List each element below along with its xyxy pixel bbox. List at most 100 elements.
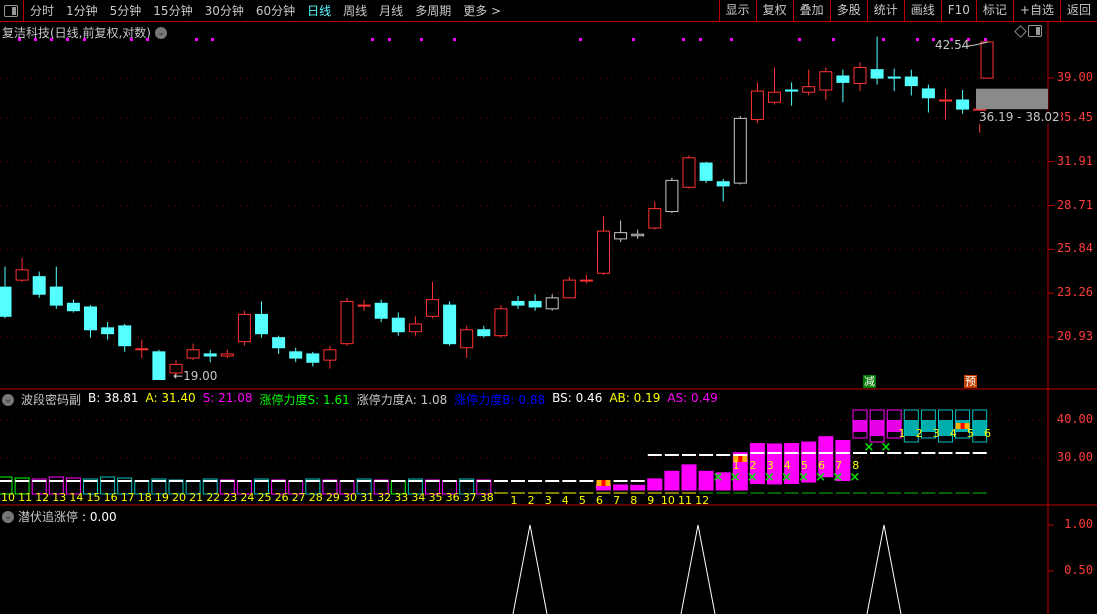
candle-body (152, 351, 166, 381)
signal-spike (680, 524, 716, 614)
panel-toggle-icon[interactable] (1028, 25, 1042, 37)
candle-body (15, 269, 29, 281)
x-mark: × (764, 470, 775, 485)
candle-body (477, 329, 491, 337)
count-label: 21 (189, 491, 203, 504)
candle-body (511, 300, 525, 306)
price-axis-label: 20.93 (1056, 329, 1093, 344)
candle-body (135, 348, 149, 351)
candle (716, 179, 730, 202)
x-mark: × (864, 440, 875, 455)
price-axis-label: 23.26 (1056, 285, 1093, 300)
candle-body (904, 76, 918, 87)
count-label: 1 (511, 494, 518, 507)
x-mark: × (881, 440, 892, 455)
count-label: 14 (69, 491, 83, 504)
candle-body (939, 99, 952, 102)
count-label: 38 (480, 491, 494, 504)
candle-body (408, 323, 422, 333)
count-label: 37 (463, 491, 477, 504)
count-label: 31 (360, 491, 374, 504)
signal-dot (984, 38, 987, 41)
candle-body (443, 304, 457, 345)
candle (306, 351, 320, 367)
signal-dot (388, 38, 391, 41)
candle (870, 36, 884, 85)
x-mark: × (781, 470, 792, 485)
lower-indicator-name: 潜伏追涨停 (18, 510, 79, 524)
candle-body (733, 117, 747, 184)
candle (733, 116, 747, 185)
count-label: 27 (292, 491, 306, 504)
signal-dot (882, 38, 885, 41)
count-label: 6 (984, 427, 991, 440)
indicator-bar (972, 409, 988, 494)
candle (272, 335, 286, 354)
candle (819, 67, 833, 100)
candle (49, 266, 63, 309)
candle (0, 266, 12, 319)
candle-body (272, 337, 286, 349)
candle (699, 161, 713, 184)
candle (374, 299, 388, 323)
candle (460, 325, 474, 359)
candle (477, 325, 491, 338)
price-axis-label: 28.71 (1056, 197, 1093, 212)
candle-body (921, 88, 935, 99)
indicator-value: BS: 0.46 (552, 391, 603, 405)
candle-body (255, 313, 268, 335)
candle-body (374, 302, 388, 319)
candle-body (237, 313, 251, 343)
indicator-box (613, 484, 629, 491)
candle (152, 349, 166, 381)
chevron-down-icon[interactable]: ⌄ (2, 393, 14, 406)
candle (66, 299, 80, 313)
count-label: 8 (630, 494, 637, 507)
predict-tag: 预 (964, 375, 977, 388)
candle (101, 322, 115, 340)
count-label: 17 (121, 491, 135, 504)
indicator-bar (630, 480, 646, 494)
signal-dot (371, 38, 374, 41)
candle-body (836, 75, 850, 83)
candle (289, 347, 303, 363)
count-label: 5 (579, 494, 586, 507)
candle-body (528, 300, 542, 308)
candle (597, 215, 610, 275)
indicator-box (647, 478, 663, 491)
prediction-box (980, 41, 994, 79)
count-label: 4 (562, 494, 569, 507)
price-axis-label: 25.84 (1056, 241, 1093, 256)
indicator-box (630, 484, 646, 491)
candle (956, 89, 970, 114)
count-label: 35 (429, 491, 443, 504)
indicator-name: 波段密码副 (21, 393, 82, 407)
chevron-down-icon[interactable]: ⌄ (2, 510, 14, 523)
candle (768, 67, 781, 105)
candle (904, 69, 918, 96)
candle-body (460, 329, 474, 349)
price-axis-label: 39.00 (1056, 70, 1093, 85)
candle (220, 349, 234, 359)
candle-body (186, 349, 200, 359)
candle-body (426, 299, 439, 317)
count-label: 4 (950, 427, 957, 440)
signal-dot (453, 38, 456, 41)
indicator-bar (903, 409, 919, 494)
prediction-range-band (976, 88, 1048, 110)
count-label: 30 (343, 491, 357, 504)
count-label: 24 (240, 491, 254, 504)
count-label: 20 (172, 491, 186, 504)
count-label: 29 (326, 491, 340, 504)
count-label: 23 (223, 491, 237, 504)
candle (528, 294, 542, 311)
candle-body (750, 90, 764, 121)
signal-dot (34, 38, 37, 41)
candle-body (66, 302, 80, 312)
price-chart[interactable]: 10 11 12 13 14 15 16 17 18 19 20 21 22 23 24 25 26 27 28 29… (0, 0, 1097, 614)
indicator-bar (613, 480, 629, 494)
x-mark: × (849, 470, 860, 485)
candle (408, 316, 422, 336)
candle (186, 343, 200, 361)
signal-dot (699, 38, 702, 41)
